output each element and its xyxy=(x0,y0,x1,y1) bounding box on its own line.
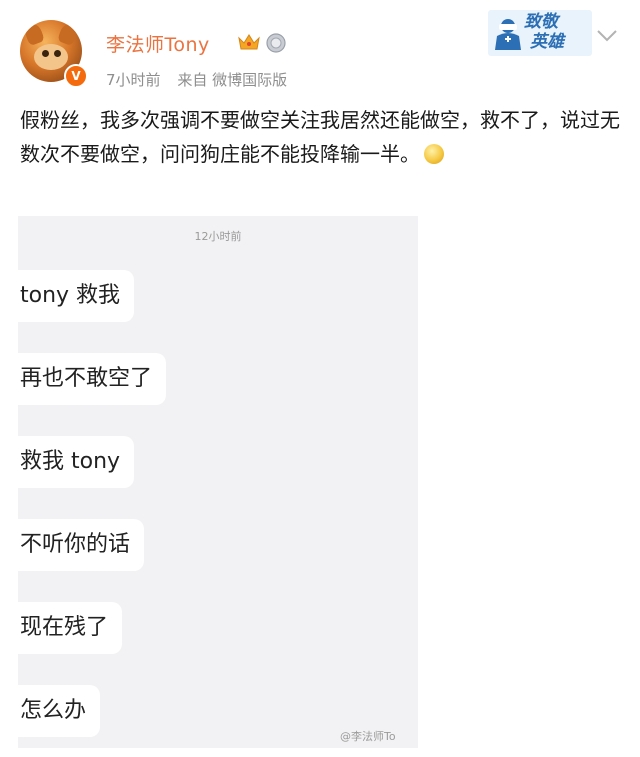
chevron-down-icon[interactable] xyxy=(596,28,618,44)
chat-message-bubble: 不听你的话 xyxy=(18,519,145,571)
avatar-eye xyxy=(42,50,49,57)
chat-message-bubble: 救我 tony xyxy=(18,436,135,488)
avatar-ear xyxy=(23,21,45,47)
verified-badge-icon: V xyxy=(64,64,88,88)
post-content-text: 假粉丝，我多次强调不要做空关注我居然还能做空，救不了，说过无数次不要做空，问问狗… xyxy=(20,108,620,166)
chat-timestamp: 12小时前 xyxy=(194,230,242,243)
chat-screenshot-image[interactable]: 12小时前 tony 救我 再也不敢空了 救我 tony 不听你的话 现在残了 … xyxy=(18,216,418,748)
weibo-watermark: @李法师To xyxy=(340,730,396,743)
avatar-eye xyxy=(54,50,61,57)
post-source[interactable]: 来自 微博国际版 xyxy=(177,71,287,89)
chat-message-bubble: 现在残了 xyxy=(18,602,123,654)
chat-message-bubble: tony 救我 xyxy=(18,270,135,322)
chat-message-bubble: 怎么办 xyxy=(18,685,101,737)
vip-crown-icon xyxy=(238,34,260,50)
tribute-hero-badge: 致敬 英雄 xyxy=(488,10,592,56)
tribute-line1: 致敬 xyxy=(524,12,558,32)
doctor-icon xyxy=(495,19,521,50)
post-content: 假粉丝，我多次强调不要做空关注我居然还能做空，救不了，说过无数次不要做空，问问狗… xyxy=(20,103,620,171)
avatar-ear xyxy=(57,21,79,47)
post-meta: 7小时前 来自 微博国际版 xyxy=(106,69,287,90)
post-time: 7小时前 xyxy=(106,71,161,89)
medal-icon xyxy=(266,33,286,53)
avatar-face xyxy=(34,44,68,70)
tribute-text: 致敬 英雄 xyxy=(524,12,564,52)
chat-message-bubble: 再也不敢空了 xyxy=(18,353,167,405)
tribute-line2: 英雄 xyxy=(530,32,564,52)
username[interactable]: 李法师Tony xyxy=(106,30,210,57)
coin-emoji-icon xyxy=(424,144,444,164)
